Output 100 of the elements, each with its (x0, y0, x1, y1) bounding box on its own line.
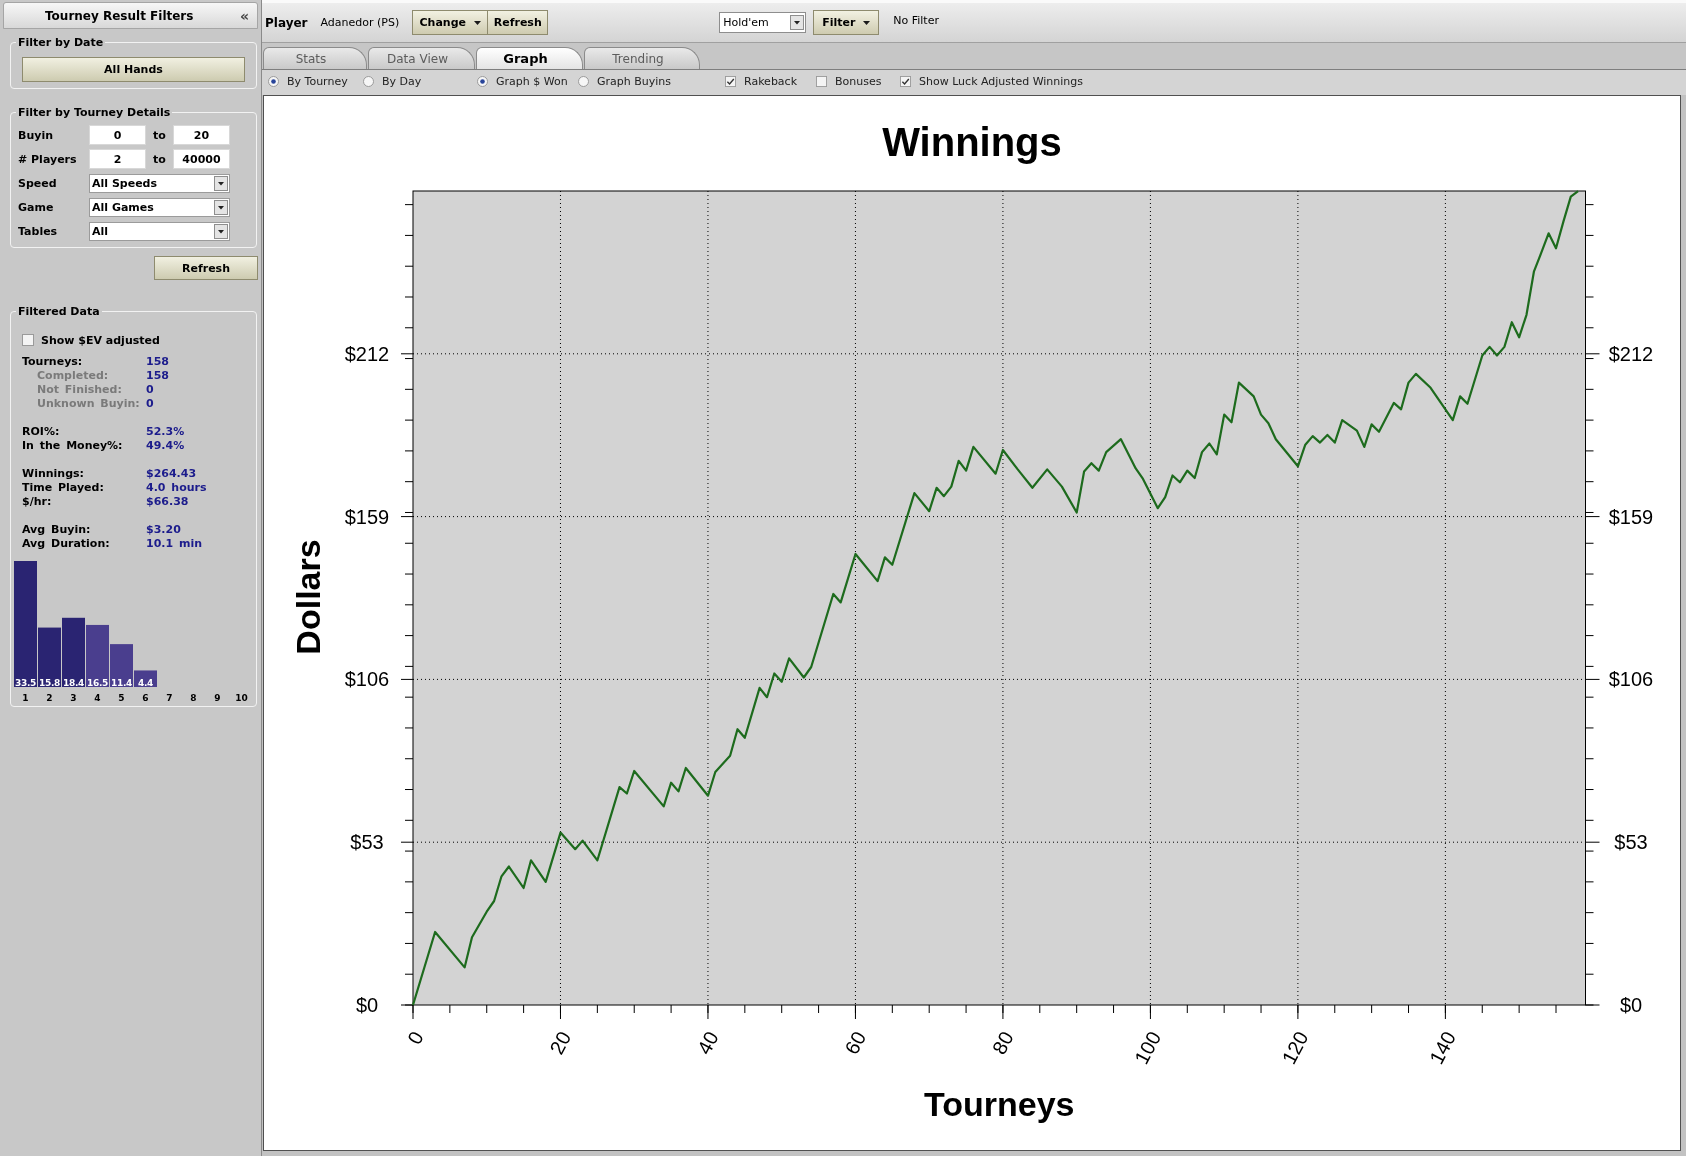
checkbox-label: Show Luck Adjusted Winnings (919, 74, 1083, 88)
x-tick-label: 0 (403, 1027, 428, 1048)
x-tick-label: 3 (70, 693, 77, 703)
input-field[interactable]: 2 (89, 149, 146, 169)
field-label: # Players (18, 152, 78, 166)
x-tick-label: 9 (214, 693, 221, 703)
filter-button[interactable]: Filter (813, 10, 880, 35)
input-field[interactable]: 20 (173, 125, 230, 145)
stat-value: 4.0 hours (146, 481, 207, 495)
x-tick-label: 6 (142, 693, 149, 703)
stat-label: ROI%: (22, 425, 60, 439)
stat-label: Unknown Buyin: (36, 397, 140, 411)
chart-title: Winnings (882, 120, 1062, 164)
field-label: Game (18, 200, 55, 214)
y-axis-title: Dollars (289, 539, 327, 655)
bar-value-label: 4.4 (138, 677, 153, 688)
x-tick-label: 1 (22, 693, 29, 703)
checkbox[interactable] (900, 75, 911, 87)
x-tick-label: 5 (118, 693, 125, 703)
tab[interactable]: Graph (476, 47, 583, 69)
player-label: Player (265, 15, 308, 30)
radio-label: Graph Buyins (597, 74, 672, 88)
group-legend: Filtered Data (16, 305, 102, 318)
x-tick-label: 80 (987, 1027, 1018, 1058)
bar-value-label: 33.5 (15, 677, 36, 688)
caret-icon (214, 199, 228, 215)
x-tick-label: 10 (235, 693, 248, 703)
refresh-button[interactable]: Refresh (154, 256, 258, 280)
stat-label: In the Money%: (22, 439, 123, 453)
radio-button[interactable] (578, 75, 589, 87)
tab[interactable]: Trending (584, 47, 700, 69)
panel-title: Tourney Result Filters (45, 8, 194, 23)
player-name: Adanedor (PS) (320, 16, 400, 29)
range-separator: to (152, 152, 167, 166)
stat-label: $/hr: (22, 495, 52, 509)
stat-value: 49.4% (146, 439, 185, 453)
x-axis-title: Tourneys (924, 1085, 1075, 1123)
bar-value-label: 18.4 (63, 677, 84, 688)
tab[interactable]: Data View (368, 47, 475, 69)
all-hands-button[interactable]: All Hands (22, 57, 245, 82)
group-legend: Filter by Tourney Details (16, 106, 173, 119)
x-tick-label: 140 (1425, 1027, 1461, 1068)
x-tick-label: 2 (46, 693, 53, 703)
stat-value: $264.43 (146, 467, 197, 481)
y-tick-label: $106 (1608, 668, 1654, 691)
checkbox[interactable] (816, 75, 827, 87)
y-tick-label: $53 (350, 831, 384, 854)
stat-value: 158 (146, 355, 169, 369)
x-tick-label: 120 (1277, 1027, 1313, 1068)
bar-value-label: 15.8 (39, 677, 60, 688)
stat-value: 158 (146, 369, 169, 383)
x-tick-label: 8 (190, 693, 197, 703)
range-separator: to (152, 128, 167, 142)
y-tick-label: $106 (344, 668, 390, 691)
x-tick-label: 100 (1130, 1027, 1166, 1068)
y-tick-label: $212 (1608, 342, 1654, 365)
input-field[interactable]: 0 (89, 125, 146, 145)
dropdown-field[interactable]: All Speeds (89, 173, 230, 193)
stat-label: Not Finished: (36, 383, 122, 397)
radio-button[interactable] (268, 75, 279, 87)
caret-icon (214, 223, 228, 239)
checkbox-label: Bonuses (835, 74, 882, 88)
radio-button[interactable] (363, 75, 374, 87)
x-tick-label: 40 (692, 1027, 723, 1058)
caret-icon (790, 15, 805, 30)
bar-value-label: 16.5 (87, 677, 108, 688)
field-label: Speed (18, 176, 58, 190)
dropdown-field[interactable]: All (89, 221, 230, 241)
checkbox[interactable] (725, 75, 736, 87)
y-tick-label: $53 (1614, 831, 1648, 854)
toolbar-button[interactable]: Change (412, 10, 489, 35)
x-tick-label: 4 (94, 693, 101, 703)
stat-value: 0 (146, 383, 154, 397)
stat-value: 52.3% (146, 425, 185, 439)
checkbox-label: Show $EV adjusted (41, 333, 160, 347)
stat-value: 0 (146, 397, 154, 411)
group-legend: Filter by Date (16, 36, 106, 49)
dropdown-field[interactable]: All Games (89, 197, 230, 217)
stat-value: $66.38 (146, 495, 189, 509)
radio-label: By Tourney (287, 74, 348, 88)
collapse-button[interactable]: « (239, 8, 249, 23)
x-tick-label: 20 (545, 1027, 576, 1058)
x-tick-label: 7 (166, 693, 173, 703)
y-tick-label: $159 (1608, 505, 1654, 528)
bar-value-label: 11.4 (111, 677, 132, 688)
radio-label: By Day (382, 74, 422, 88)
checkbox[interactable] (22, 334, 34, 346)
y-tick-label: $159 (344, 505, 390, 528)
stat-label: Time Played: (22, 481, 104, 495)
stat-label: Avg Duration: (22, 537, 110, 551)
dropdown-field[interactable]: Hold'em (719, 12, 807, 33)
y-tick-label: $0 (1619, 994, 1643, 1016)
stat-label: Avg Buyin: (22, 523, 91, 537)
input-field[interactable]: 40000 (173, 149, 230, 169)
checkbox-label: Rakeback (744, 74, 798, 88)
stat-value: 10.1 min (146, 537, 203, 551)
tab[interactable]: Stats (263, 47, 367, 69)
radio-button[interactable] (477, 75, 488, 87)
toolbar-button[interactable]: Refresh (488, 10, 549, 35)
y-tick-label: $0 (355, 994, 379, 1016)
